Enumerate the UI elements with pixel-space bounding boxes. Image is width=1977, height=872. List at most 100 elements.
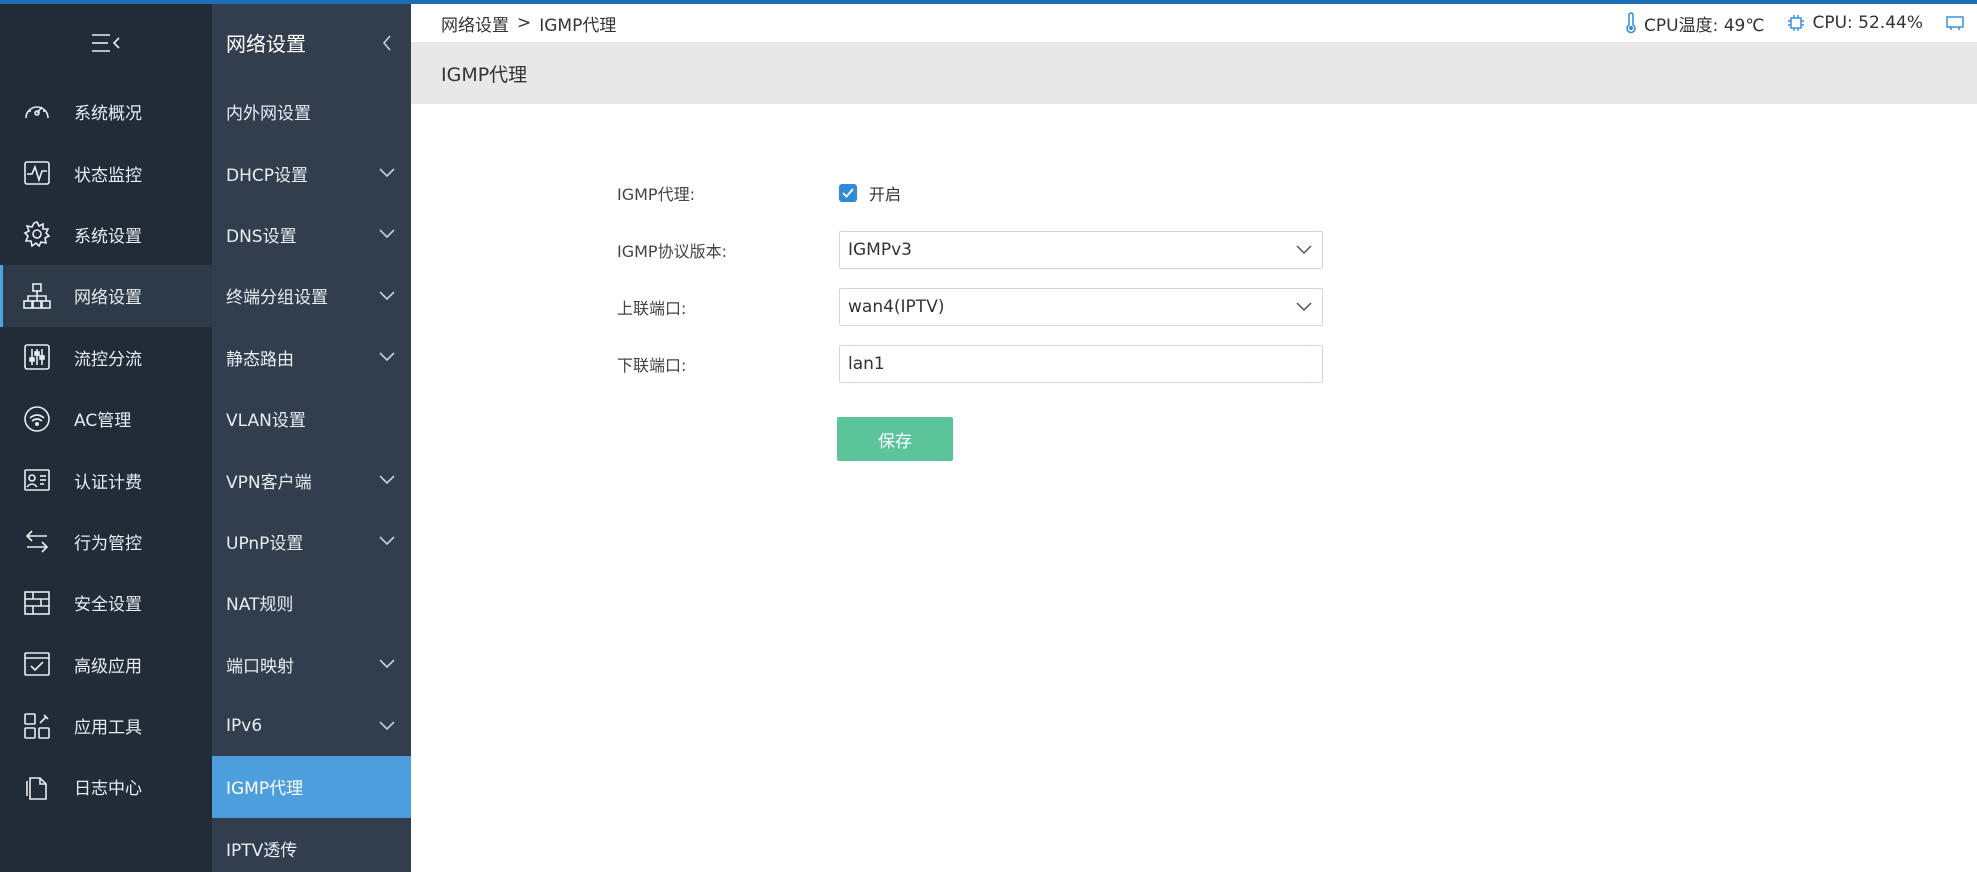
form-row-uplink-port: 上联端口: wan4(IPTV): [617, 278, 1323, 335]
chevron-down-icon: [1296, 301, 1312, 311]
dashboard-gauge-icon: [0, 97, 74, 127]
chevron-left-icon[interactable]: [381, 34, 393, 52]
sidebar-item-label: 日志中心: [74, 779, 142, 800]
submenu-item-label: IPTV透传: [226, 840, 298, 861]
igmp-proxy-checkbox[interactable]: [839, 183, 857, 202]
breadcrumb: 网络设置 > IGMP代理: [441, 11, 616, 36]
sidebar-item-label: 系统概况: [74, 104, 142, 125]
submenu-item-label: IGMP代理: [226, 779, 304, 800]
submenu-item-vpn-client[interactable]: VPN客户端: [212, 449, 411, 510]
submenu-item-igmp-proxy[interactable]: IGMP代理: [212, 756, 411, 818]
submenu-item-label: 端口映射: [226, 656, 294, 677]
sidebar-item-system-overview[interactable]: 系统概况: [0, 81, 212, 142]
sidebar-item-log-center[interactable]: 日志中心: [0, 756, 212, 817]
chevron-down-icon: [379, 352, 395, 362]
thermometer-icon: [1626, 12, 1636, 34]
main-content: 网络设置 > IGMP代理 CPU温度: 49℃ CPU: 52.44% IGM…: [411, 4, 1977, 872]
sliders-icon: [0, 342, 74, 372]
page-title-bar: IGMP代理: [411, 42, 1977, 104]
igmp-proxy-toggle[interactable]: 开启: [839, 181, 901, 205]
chevron-down-icon: [379, 475, 395, 485]
form-row-igmp-version: IGMP协议版本: IGMPv3: [617, 221, 1323, 278]
downlink-port-label: 下联端口:: [617, 355, 687, 375]
chevron-down-icon: [379, 721, 395, 730]
sidebar-item-label: 流控分流: [74, 349, 142, 370]
gear-icon: [0, 219, 74, 249]
submenu-item-label: DHCP设置: [226, 165, 308, 186]
sidebar-item-network-settings[interactable]: 网络设置: [0, 265, 212, 327]
network-topology-icon: [0, 281, 74, 311]
submenu-item-label: DNS设置: [226, 226, 297, 247]
sidebar-collapse-toggle[interactable]: [0, 4, 212, 81]
cpu-usage: CPU: 52.44%: [1786, 13, 1923, 33]
sidebar-item-advanced-apps[interactable]: 高级应用: [0, 634, 212, 695]
sidebar-item-ac-management[interactable]: AC管理: [0, 388, 212, 449]
firewall-icon: [0, 588, 74, 618]
submenu-item-label: UPnP设置: [226, 533, 304, 554]
sidebar-item-label: 行为管控: [74, 533, 142, 554]
submenu-item-ipv6[interactable]: IPv6: [212, 695, 411, 756]
submenu-item-port-mapping[interactable]: 端口映射: [212, 634, 411, 695]
sidebar-item-security-settings[interactable]: 安全设置: [0, 572, 212, 633]
breadcrumb-parent[interactable]: 网络设置: [441, 11, 509, 36]
sidebar-item-behavior-control[interactable]: 行为管控: [0, 511, 212, 572]
igmp-version-value: IGMPv3: [848, 239, 912, 260]
uplink-port-value: wan4(IPTV): [848, 296, 945, 317]
downlink-port-field[interactable]: lan1: [839, 344, 1323, 383]
sidebar-item-label: 高级应用: [74, 656, 142, 677]
igmp-version-select[interactable]: IGMPv3: [839, 230, 1323, 269]
swap-arrows-icon: [0, 526, 74, 556]
network-submenu: 网络设置 内外网设置 DHCP设置 DNS设置 终端分组设置 静态路由 VLAN…: [212, 4, 411, 872]
submenu-item-label: 终端分组设置: [226, 288, 328, 309]
checkmark-icon: [842, 187, 854, 198]
form-row-igmp-proxy: IGMP代理: 开启: [617, 164, 1323, 221]
submenu-item-terminal-groups[interactable]: 终端分组设置: [212, 265, 411, 326]
uplink-port-label: 上联端口:: [617, 298, 687, 318]
submenu-item-label: 内外网设置: [226, 104, 311, 125]
submenu-item-static-route[interactable]: 静态路由: [212, 327, 411, 388]
sidebar-item-app-tools[interactable]: 应用工具: [0, 695, 212, 756]
memory-status: [1945, 14, 1965, 32]
submenu-item-lan-wan[interactable]: 内外网设置: [212, 81, 411, 142]
submenu-title: 网络设置: [226, 32, 306, 56]
memory-icon: [1946, 16, 1964, 30]
sidebar-item-status-monitor[interactable]: 状态监控: [0, 142, 212, 203]
submenu-item-dns[interactable]: DNS设置: [212, 204, 411, 265]
id-card-icon: [0, 465, 74, 495]
document-copy-icon: [0, 772, 74, 802]
submenu-item-dhcp[interactable]: DHCP设置: [212, 142, 411, 203]
activity-monitor-icon: [0, 158, 74, 188]
sidebar-item-label: 安全设置: [74, 595, 142, 616]
submenu-item-upnp[interactable]: UPnP设置: [212, 511, 411, 572]
submenu-item-vlan[interactable]: VLAN设置: [212, 388, 411, 449]
tools-grid-icon: [0, 711, 74, 741]
system-status: CPU温度: 49℃ CPU: 52.44%: [1612, 11, 1977, 36]
sidebar-item-label: 应用工具: [74, 718, 142, 739]
chevron-down-icon: [379, 291, 395, 300]
checked-window-icon: [0, 649, 74, 679]
cpu-temp-text: CPU温度: 49℃: [1644, 15, 1765, 36]
sidebar-item-label: 网络设置: [74, 288, 142, 309]
uplink-port-select[interactable]: wan4(IPTV): [839, 287, 1323, 326]
sidebar-item-flow-control[interactable]: 流控分流: [0, 327, 212, 388]
cpu-usage-text: CPU: 52.44%: [1812, 13, 1923, 33]
submenu-item-nat-rules[interactable]: NAT规则: [212, 572, 411, 633]
submenu-item-iptv-passthrough[interactable]: IPTV透传: [212, 818, 411, 872]
app-window: 系统概况 状态监控 系统设置 网络设置 流控分流 AC管理 认证计费 行为管控 …: [0, 0, 1977, 872]
igmp-proxy-checkbox-label[interactable]: 开启: [869, 181, 901, 205]
wifi-router-icon: [0, 404, 74, 434]
breadcrumb-separator: >: [517, 13, 532, 33]
sidebar-item-system-settings[interactable]: 系统设置: [0, 204, 212, 265]
submenu-item-label: VPN客户端: [226, 472, 312, 493]
submenu-item-label: NAT规则: [226, 595, 294, 616]
sidebar-item-label: 系统设置: [74, 226, 142, 247]
chevron-down-icon: [379, 229, 395, 239]
downlink-port-value: lan1: [848, 353, 885, 374]
igmp-proxy-form: IGMP代理: 开启 IGMP协议版本: IGMPv3 上联端口: wan4(I…: [617, 164, 1323, 392]
submenu-item-label: 静态路由: [226, 349, 294, 370]
sidebar-item-auth-billing[interactable]: 认证计费: [0, 449, 212, 510]
igmp-proxy-label: IGMP代理:: [617, 184, 695, 204]
chevron-down-icon: [379, 659, 395, 669]
sidebar-item-label: 状态监控: [74, 165, 142, 186]
save-button[interactable]: 保存: [837, 417, 953, 461]
